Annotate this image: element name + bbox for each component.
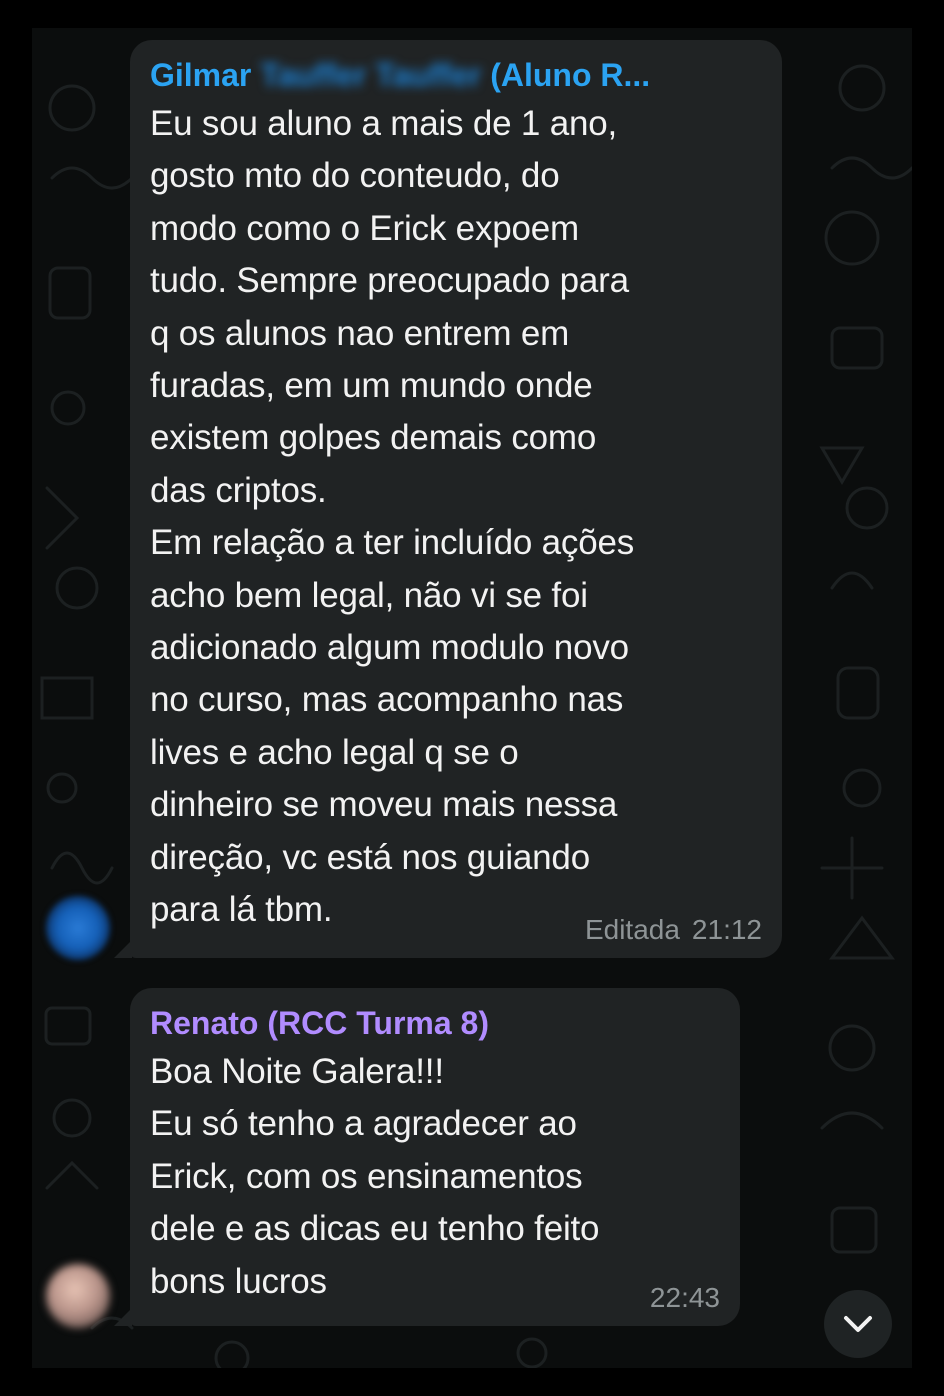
edited-label: Editada: [584, 914, 680, 945]
sender-redacted-name: Tauffer Tauffer: [260, 57, 482, 93]
sender-first-name: Gilmar: [150, 57, 252, 93]
message-meta: Editada 21:12: [585, 914, 762, 946]
avatar[interactable]: [46, 1264, 110, 1328]
message-meta: 22:43: [650, 1282, 720, 1314]
scroll-to-bottom-button[interactable]: [824, 1290, 892, 1358]
sender-name[interactable]: Gilmar Tauffer Tauffer (Aluno R...: [150, 54, 762, 96]
message-text: Boa Noite Galera!!! Eu só tenho a agrade…: [150, 1052, 600, 1301]
message-text: Eu sou aluno a mais de 1 ano, gosto mto …: [150, 104, 635, 930]
message-time: 22:43: [649, 1282, 720, 1313]
message-bubble[interactable]: Renato (RCC Turma 8) Boa Noite Galera!!!…: [130, 988, 740, 1326]
chat-screen: Gilmar Tauffer Tauffer (Aluno R... Eu so…: [32, 28, 912, 1368]
message-bubble[interactable]: Gilmar Tauffer Tauffer (Aluno R... Eu so…: [130, 40, 782, 958]
avatar[interactable]: [46, 896, 110, 960]
sender-name[interactable]: Renato (RCC Turma 8): [150, 1002, 720, 1044]
chevron-down-icon: [844, 1316, 872, 1332]
sender-tag: (Aluno R...: [490, 57, 651, 93]
message-time: 21:12: [691, 914, 762, 945]
